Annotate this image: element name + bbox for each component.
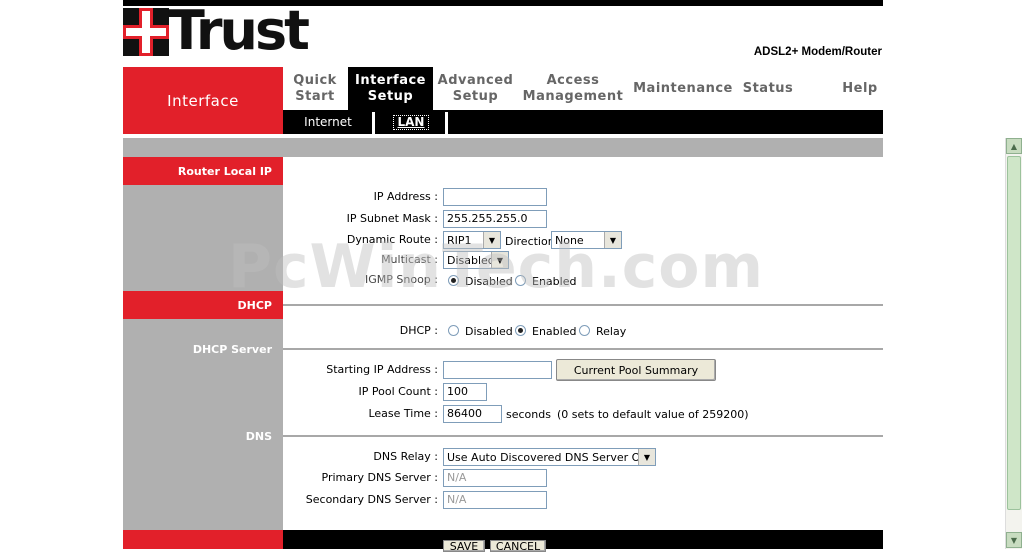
tab-label: Setup bbox=[367, 88, 414, 104]
direction-label: Direction bbox=[505, 235, 555, 248]
subtab-divider bbox=[445, 112, 448, 134]
igmp-enabled-label: Enabled bbox=[532, 275, 577, 288]
footer-bar bbox=[283, 530, 883, 549]
tab-label: Setup bbox=[452, 88, 499, 104]
ip-pool-count-field[interactable]: 100 bbox=[443, 383, 487, 401]
tab-label: Management bbox=[522, 88, 624, 104]
dhcp-relay-label: Relay bbox=[596, 325, 627, 338]
section-divider bbox=[283, 435, 883, 437]
lease-time-field[interactable]: 86400 bbox=[443, 405, 502, 423]
lease-time-label: Lease Time : bbox=[368, 407, 438, 420]
starting-ip-label: Starting IP Address : bbox=[326, 363, 438, 376]
dynamic-route-value: RIP1 bbox=[447, 233, 472, 247]
subtab-lan[interactable]: LAN bbox=[378, 110, 444, 134]
product-name: ADSL2+ Modem/Router bbox=[753, 46, 882, 58]
dhcp-disabled-radio[interactable] bbox=[448, 325, 459, 336]
section-divider bbox=[283, 304, 883, 306]
tab-label: Interface bbox=[355, 72, 426, 88]
tab-access-management[interactable]: Access Management bbox=[518, 67, 628, 110]
tab-advanced-setup[interactable]: Advanced Setup bbox=[433, 67, 518, 110]
dns-relay-label: DNS Relay : bbox=[373, 450, 438, 463]
cancel-button[interactable]: CANCEL bbox=[490, 540, 546, 553]
logo-text: Trust bbox=[168, 0, 310, 62]
tab-help[interactable]: Help bbox=[828, 67, 892, 110]
tab-quick-start[interactable]: Quick Start bbox=[283, 67, 347, 110]
ip-address-label: IP Address : bbox=[373, 190, 438, 203]
section-router-local-ip: Router Local IP bbox=[123, 157, 283, 185]
dhcp-label: DHCP : bbox=[399, 324, 438, 337]
dhcp-enabled-label: Enabled bbox=[532, 325, 577, 338]
dns-relay-select[interactable]: Use Auto Discovered DNS Server Only ▼ bbox=[443, 448, 656, 466]
subtab-divider bbox=[372, 112, 375, 134]
igmp-enabled-radio[interactable] bbox=[515, 275, 526, 286]
tab-label: Access bbox=[546, 72, 600, 88]
subnet-mask-field[interactable]: 255.255.255.0 bbox=[443, 210, 547, 228]
section-dns: DNS bbox=[245, 430, 272, 443]
scrollbar-thumb[interactable] bbox=[1007, 156, 1021, 510]
multicast-value: Disabled bbox=[447, 253, 491, 267]
dynamic-route-label: Dynamic Route : bbox=[346, 233, 438, 246]
footer-red-block bbox=[123, 530, 283, 549]
igmp-snoop-label: IGMP Snoop : bbox=[365, 273, 438, 286]
current-pool-summary-button[interactable]: Current Pool Summary bbox=[556, 359, 716, 381]
dns-relay-value: Use Auto Discovered DNS Server Only bbox=[447, 450, 638, 464]
save-button[interactable]: SAVE bbox=[443, 540, 485, 553]
chevron-down-icon: ▼ bbox=[491, 252, 508, 268]
multicast-select[interactable]: Disabled ▼ bbox=[443, 251, 509, 269]
subnet-mask-label: IP Subnet Mask : bbox=[346, 212, 438, 225]
tab-label: Start bbox=[295, 88, 335, 104]
lease-time-unit: seconds bbox=[506, 408, 551, 421]
subtab-lan-label: LAN bbox=[392, 114, 430, 130]
secondary-dns-label: Secondary DNS Server : bbox=[305, 493, 438, 506]
chevron-down-icon: ▼ bbox=[483, 232, 500, 248]
tab-label: Status bbox=[742, 80, 794, 96]
direction-value: None bbox=[555, 233, 584, 247]
section-dhcp-server: DHCP Server bbox=[192, 343, 272, 356]
dhcp-disabled-label: Disabled bbox=[465, 325, 513, 338]
dhcp-relay-radio[interactable] bbox=[579, 325, 590, 336]
primary-dns-field[interactable]: N/A bbox=[443, 469, 547, 487]
tab-label: Maintenance bbox=[633, 80, 733, 96]
nav-section-label: Interface bbox=[123, 67, 283, 134]
primary-dns-label: Primary DNS Server : bbox=[321, 471, 438, 484]
lease-time-note: (0 sets to default value of 259200) bbox=[557, 408, 749, 421]
section-divider bbox=[283, 348, 883, 350]
tab-label: Help bbox=[842, 80, 878, 96]
igmp-disabled-label: Disabled bbox=[465, 275, 513, 288]
scroll-up-icon[interactable]: ▲ bbox=[1006, 138, 1022, 154]
tab-label: Quick bbox=[293, 72, 337, 88]
tab-interface-setup[interactable]: Interface Setup bbox=[348, 67, 433, 110]
trust-cross-icon bbox=[123, 8, 169, 56]
direction-select[interactable]: None ▼ bbox=[551, 231, 622, 249]
secondary-dns-field[interactable]: N/A bbox=[443, 491, 547, 509]
tab-maintenance[interactable]: Maintenance bbox=[632, 67, 734, 110]
chevron-down-icon: ▼ bbox=[638, 449, 655, 465]
scroll-down-icon[interactable]: ▼ bbox=[1006, 532, 1022, 548]
section-dhcp: DHCP bbox=[123, 291, 283, 319]
subtab-internet[interactable]: Internet bbox=[293, 110, 363, 134]
tab-status[interactable]: Status bbox=[736, 67, 800, 110]
content-header-bar bbox=[123, 138, 883, 157]
starting-ip-field[interactable] bbox=[443, 361, 552, 379]
tab-label: Advanced bbox=[437, 72, 514, 88]
igmp-disabled-radio[interactable] bbox=[448, 275, 459, 286]
multicast-label: Multicast : bbox=[381, 253, 438, 266]
dhcp-enabled-radio[interactable] bbox=[515, 325, 526, 336]
chevron-down-icon: ▼ bbox=[604, 232, 621, 248]
ip-address-field[interactable] bbox=[443, 188, 547, 206]
ip-pool-count-label: IP Pool Count : bbox=[358, 385, 439, 398]
dynamic-route-select[interactable]: RIP1 ▼ bbox=[443, 231, 501, 249]
